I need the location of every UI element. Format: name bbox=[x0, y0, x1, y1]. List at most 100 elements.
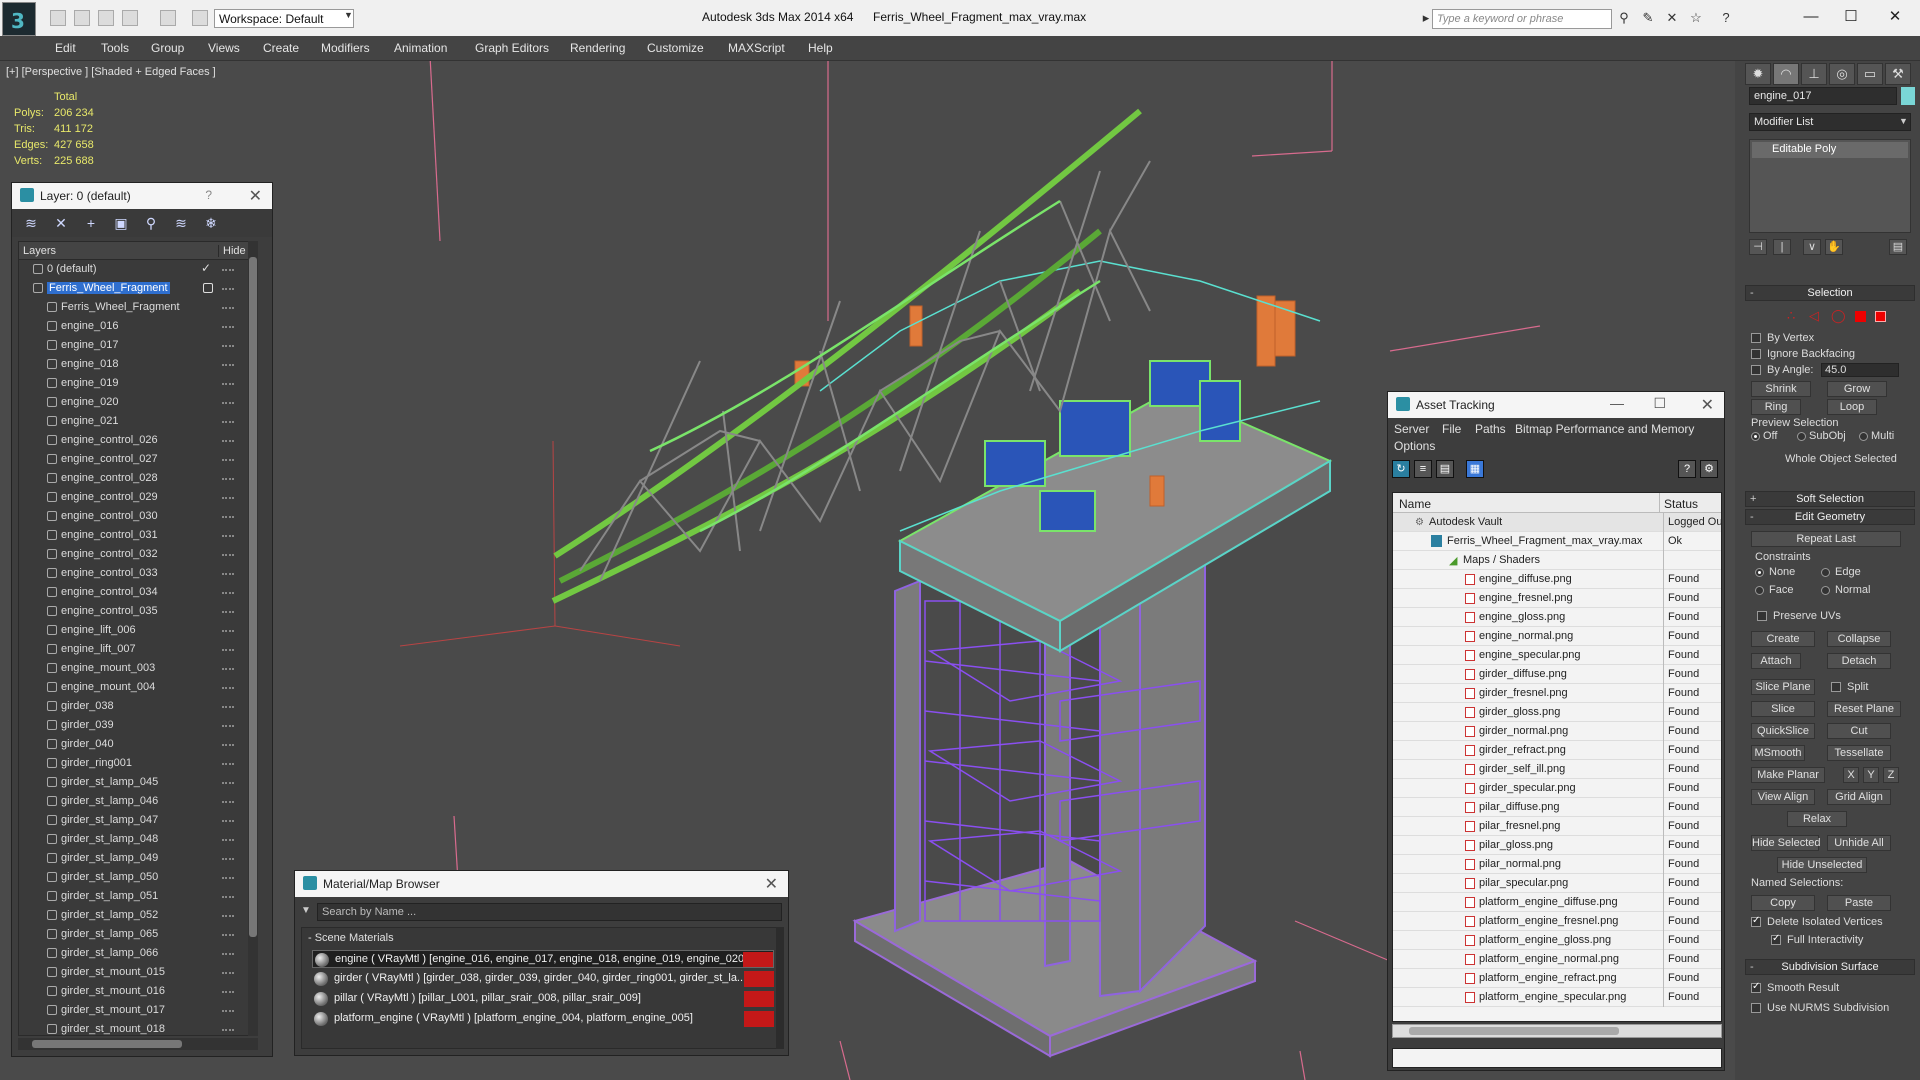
constraint-face-radio[interactable] bbox=[1755, 586, 1764, 595]
smooth-result-checkbox[interactable] bbox=[1751, 981, 1761, 993]
layer-row[interactable]: engine_control_029 bbox=[19, 488, 257, 507]
hide-toggle[interactable] bbox=[222, 535, 234, 537]
asset-row-maps-group[interactable]: ◢ Maps / Shaders bbox=[1393, 551, 1721, 570]
unhide-all-button[interactable]: Unhide All bbox=[1827, 835, 1891, 851]
layer-row[interactable]: engine_control_030 bbox=[19, 507, 257, 526]
planar-z-button[interactable]: Z bbox=[1883, 767, 1899, 783]
hide-toggle[interactable] bbox=[222, 269, 234, 271]
asset-row-map[interactable]: girder_fresnel.png Found bbox=[1393, 684, 1721, 703]
asset-row-map[interactable]: girder_normal.png Found bbox=[1393, 722, 1721, 741]
create-button[interactable]: Create bbox=[1751, 631, 1815, 647]
hide-column-header[interactable]: Hide bbox=[218, 245, 246, 257]
menu-modifiers[interactable]: Modifiers bbox=[321, 41, 370, 55]
shrink-button[interactable]: Shrink bbox=[1751, 381, 1811, 397]
repeat-last-button[interactable]: Repeat Last bbox=[1751, 531, 1901, 547]
hide-toggle[interactable] bbox=[222, 364, 234, 366]
motion-tab-icon[interactable]: ◎ bbox=[1829, 63, 1855, 85]
layer-panel-titlebar[interactable]: Layer: 0 (default) ? ✕ bbox=[12, 183, 272, 209]
layer-row[interactable]: girder_st_lamp_052 bbox=[19, 906, 257, 925]
scroll-thumb[interactable] bbox=[249, 257, 257, 937]
split-checkbox[interactable] bbox=[1831, 682, 1841, 692]
material-row[interactable]: engine ( VRayMtl ) [engine_016, engine_0… bbox=[312, 950, 774, 968]
asset-row-map[interactable]: girder_gloss.png Found bbox=[1393, 703, 1721, 722]
workspace-dropdown[interactable]: Workspace: Default bbox=[214, 9, 354, 28]
menu-graph-editors[interactable]: Graph Editors bbox=[475, 41, 549, 55]
asset-tracking-titlebar[interactable]: Asset Tracking — ☐ ✕ bbox=[1388, 392, 1724, 418]
maximize-button[interactable]: ☐ bbox=[1653, 395, 1666, 412]
vertex-mode-icon[interactable]: ∴ bbox=[1787, 308, 1795, 324]
name-column-header[interactable]: Name bbox=[1399, 497, 1431, 511]
menu-create[interactable]: Create bbox=[263, 41, 299, 55]
chevron-down-icon[interactable]: ▼ bbox=[344, 10, 353, 20]
hide-toggle[interactable] bbox=[222, 782, 234, 784]
hide-toggle[interactable] bbox=[222, 421, 234, 423]
layer-row[interactable]: 0 (default) ✓ bbox=[19, 260, 257, 279]
hide-toggle[interactable] bbox=[222, 592, 234, 594]
layer-row[interactable]: engine_control_026 bbox=[19, 431, 257, 450]
layer-row[interactable]: girder_ring001 bbox=[19, 754, 257, 773]
slice-plane-button[interactable]: Slice Plane bbox=[1751, 679, 1815, 695]
hide-toggle[interactable] bbox=[222, 383, 234, 385]
hide-toggle[interactable] bbox=[222, 288, 234, 290]
planar-y-button[interactable]: Y bbox=[1863, 767, 1879, 783]
help-icon[interactable]: ? bbox=[1678, 460, 1696, 478]
hide-toggle[interactable] bbox=[222, 402, 234, 404]
subdivision-rollout-header[interactable]: - Subdivision Surface bbox=[1745, 959, 1915, 975]
layer-row[interactable]: girder_039 bbox=[19, 716, 257, 735]
layer-row[interactable]: girder_st_lamp_051 bbox=[19, 887, 257, 906]
polygon-mode-icon[interactable] bbox=[1855, 311, 1866, 322]
hide-toggle[interactable] bbox=[222, 896, 234, 898]
tessellate-button[interactable]: Tessellate bbox=[1827, 745, 1891, 761]
close-icon[interactable]: ✕ bbox=[765, 874, 778, 894]
layer-vertical-scrollbar[interactable] bbox=[248, 241, 258, 1036]
remove-modifier-icon[interactable]: ✋ bbox=[1825, 239, 1843, 255]
element-mode-icon[interactable] bbox=[1875, 311, 1886, 322]
quickslice-button[interactable]: QuickSlice bbox=[1751, 723, 1815, 739]
attach-button[interactable]: Attach bbox=[1751, 653, 1801, 669]
open-file-icon[interactable] bbox=[74, 10, 90, 26]
save-file-icon[interactable] bbox=[98, 10, 114, 26]
detach-button[interactable]: Detach bbox=[1827, 653, 1891, 669]
asset-row-map[interactable]: girder_self_ill.png Found bbox=[1393, 760, 1721, 779]
hide-toggle[interactable] bbox=[222, 706, 234, 708]
constraint-none-radio[interactable] bbox=[1755, 568, 1764, 577]
hide-toggle[interactable] bbox=[222, 972, 234, 974]
by-vertex-checkbox[interactable] bbox=[1751, 333, 1761, 343]
material-row[interactable]: pillar ( VRayMtl ) [pillar_L001, pillar_… bbox=[312, 990, 774, 1008]
add-layer-icon[interactable]: + bbox=[82, 214, 100, 232]
layer-row[interactable]: girder_st_mount_018 bbox=[19, 1020, 257, 1035]
delete-layer-icon[interactable]: ✕ bbox=[52, 214, 70, 232]
hide-toggle[interactable] bbox=[222, 345, 234, 347]
layer-row[interactable]: engine_018 bbox=[19, 355, 257, 374]
asset-menu-server[interactable]: Server bbox=[1394, 422, 1429, 436]
reset-plane-button[interactable]: Reset Plane bbox=[1827, 701, 1901, 717]
asset-row-map[interactable]: platform_engine_fresnel.png Found bbox=[1393, 912, 1721, 931]
soft-selection-rollout-header[interactable]: + Soft Selection bbox=[1745, 491, 1915, 507]
help-icon[interactable]: ? bbox=[1718, 10, 1734, 26]
object-name-field[interactable]: engine_017 bbox=[1749, 87, 1897, 105]
hide-toggle[interactable] bbox=[222, 630, 234, 632]
hide-toggle[interactable] bbox=[222, 1010, 234, 1012]
redo-icon[interactable] bbox=[160, 10, 176, 26]
layer-row[interactable]: girder_st_lamp_047 bbox=[19, 811, 257, 830]
asset-menu-paths[interactable]: Paths bbox=[1475, 422, 1506, 436]
planar-x-button[interactable]: X bbox=[1843, 767, 1859, 783]
pin-stack-icon[interactable]: ⊣ bbox=[1749, 239, 1767, 255]
menu-animation[interactable]: Animation bbox=[394, 41, 447, 55]
preview-off-radio[interactable] bbox=[1751, 432, 1760, 441]
refresh-icon[interactable]: ↻ bbox=[1392, 460, 1410, 478]
layer-row[interactable]: girder_st_lamp_049 bbox=[19, 849, 257, 868]
hide-unselected-button[interactable]: Hide Unselected bbox=[1777, 857, 1867, 873]
hide-selected-button[interactable]: Hide Selected bbox=[1751, 835, 1821, 851]
layer-row[interactable]: engine_017 bbox=[19, 336, 257, 355]
edit-geometry-rollout-header[interactable]: - Edit Geometry bbox=[1745, 509, 1915, 525]
table-view-icon[interactable]: ▦ bbox=[1466, 460, 1484, 478]
hide-toggle[interactable] bbox=[222, 820, 234, 822]
hide-toggle[interactable] bbox=[222, 459, 234, 461]
communication-icon[interactable]: ✕ bbox=[1664, 10, 1680, 26]
asset-row-map[interactable]: engine_gloss.png Found bbox=[1393, 608, 1721, 627]
menu-views[interactable]: Views bbox=[208, 41, 240, 55]
hide-all-icon[interactable]: ≋ bbox=[172, 214, 190, 232]
binoculars-icon[interactable]: ⚲ bbox=[1616, 10, 1632, 26]
layer-row[interactable]: girder_st_mount_017 bbox=[19, 1001, 257, 1020]
